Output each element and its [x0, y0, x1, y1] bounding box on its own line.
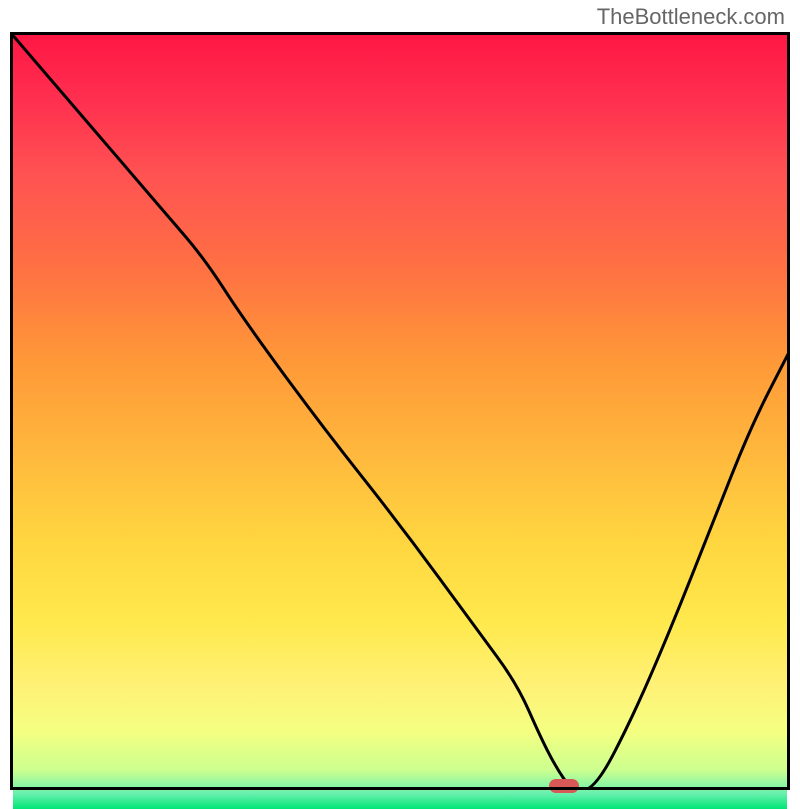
bottleneck-curve: [10, 32, 790, 790]
optimal-point-marker: [549, 779, 579, 793]
watermark-text: TheBottleneck.com: [597, 4, 785, 30]
chart-container: [10, 32, 790, 790]
